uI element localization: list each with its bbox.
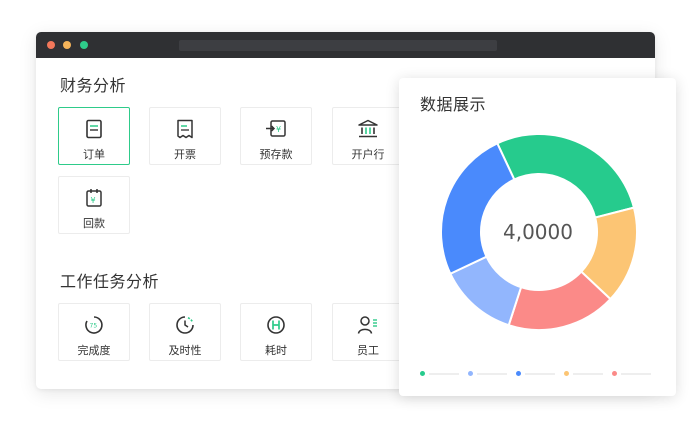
tile-order[interactable]: 订单 — [58, 107, 130, 165]
tile-time-spent[interactable]: 耗时 — [240, 303, 312, 361]
donut-center-value: 4,0000 — [503, 220, 573, 244]
tile-label: 员工 — [357, 344, 379, 357]
tile-timeliness[interactable]: 及时性 — [149, 303, 221, 361]
bank-icon — [357, 118, 379, 140]
legend-swatch — [516, 371, 521, 376]
donut-slice-0[interactable] — [495, 133, 636, 219]
legend-bar — [525, 373, 555, 375]
legend-swatch — [468, 371, 473, 376]
legend-swatch — [420, 371, 425, 376]
legend-bar — [477, 373, 507, 375]
minimize-window-button[interactable] — [63, 41, 71, 49]
tile-bank[interactable]: 开户行 — [332, 107, 404, 165]
close-window-button[interactable] — [47, 41, 55, 49]
prepaid-deposit-icon: ¥ — [265, 118, 287, 140]
tile-label: 开票 — [174, 148, 196, 161]
tile-label: 订单 — [83, 148, 105, 161]
svg-text:¥: ¥ — [91, 196, 96, 205]
tile-employee[interactable]: 员工 — [332, 303, 404, 361]
svg-text:¥: ¥ — [276, 125, 281, 134]
maximize-window-button[interactable] — [80, 41, 88, 49]
tile-invoice[interactable]: 开票 — [149, 107, 221, 165]
legend-bar — [429, 373, 459, 375]
order-doc-icon — [83, 118, 105, 140]
tile-label: 完成度 — [77, 344, 111, 357]
chart-legend — [420, 370, 660, 378]
legend-swatch — [564, 371, 569, 376]
payment-return-icon: ¥ — [83, 187, 105, 209]
donut-slice-4[interactable] — [440, 141, 516, 276]
finance-section-title: 财务分析 — [60, 76, 127, 95]
tile-label: 回款 — [83, 217, 105, 230]
task-section-title: 工作任务分析 — [60, 272, 160, 291]
address-bar[interactable] — [179, 40, 497, 51]
svg-text:75: 75 — [90, 323, 98, 330]
legend-swatch — [612, 371, 617, 376]
tile-label: 耗时 — [265, 344, 287, 357]
window-titlebar — [36, 32, 655, 58]
tile-label: 开户行 — [351, 148, 385, 161]
tile-prepaid[interactable]: ¥ 预存款 — [240, 107, 312, 165]
legend-bar — [621, 373, 651, 375]
tile-label: 及时性 — [168, 344, 202, 357]
employee-icon — [357, 314, 379, 336]
card-title: 数据展示 — [420, 95, 487, 114]
tile-payment-return[interactable]: ¥ 回款 — [58, 176, 130, 234]
timeliness-clock-icon — [174, 314, 196, 336]
completion-gauge-icon: 75 — [83, 314, 105, 336]
legend-bar — [573, 373, 603, 375]
time-spent-icon — [265, 314, 287, 336]
tile-label: 预存款 — [259, 148, 293, 161]
data-display-card: 数据展示 4,0000 — [399, 78, 676, 396]
tile-completion[interactable]: 75 完成度 — [58, 303, 130, 361]
invoice-receipt-icon — [174, 118, 196, 140]
